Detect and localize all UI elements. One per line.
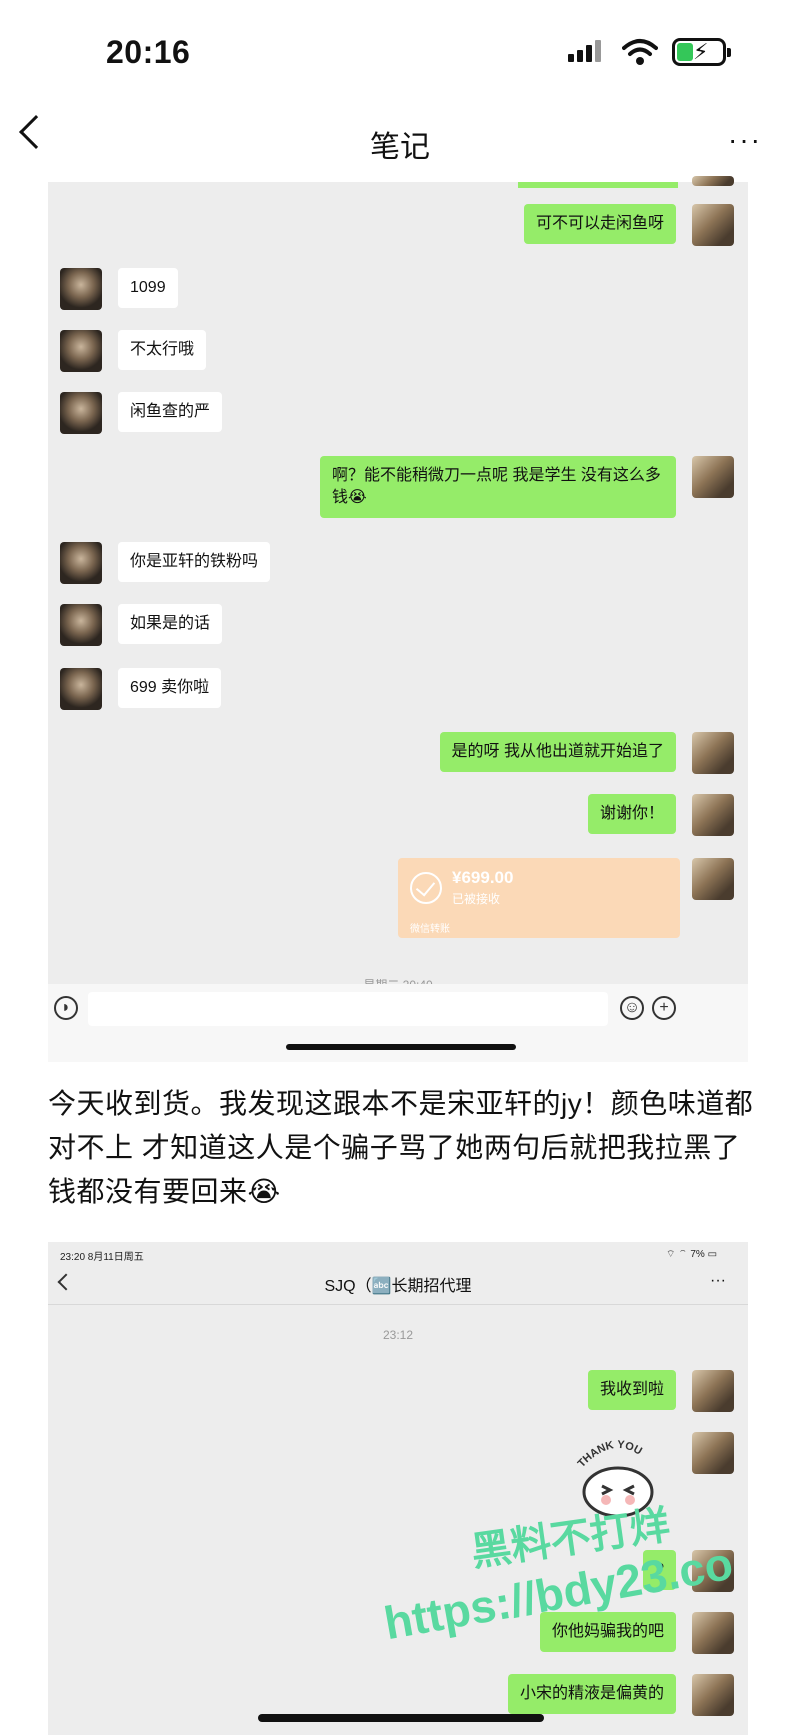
page-title: 笔记 xyxy=(370,131,430,164)
more-options-button[interactable]: ··· xyxy=(728,126,762,154)
battery-status: ⌔ ⌒ 7% ▭ xyxy=(666,1249,718,1260)
chat-message: 闲鱼查的严 xyxy=(118,392,223,432)
chat-message: 小宋的精液是偏黄的 xyxy=(507,1674,676,1714)
chat-message: 699 卖你啦 xyxy=(118,668,222,708)
avatar xyxy=(692,1612,734,1654)
battery-percent: 7% xyxy=(690,1249,705,1260)
chat-message: 啊？能不能稍微刀一点呢 我是学生 没有这么多钱😭 xyxy=(320,456,676,518)
avatar xyxy=(692,858,734,900)
cut-bubble xyxy=(518,182,678,188)
avatar xyxy=(60,330,102,372)
transfer-amount: ¥699.00 xyxy=(452,868,514,887)
transfer-status: 已被接收 xyxy=(452,892,501,906)
chat-message: 可不可以走闲鱼呀 xyxy=(523,204,676,244)
avatar xyxy=(692,732,734,774)
check-icon xyxy=(410,872,442,904)
post-text: 今天收到货。我发现这跟本不是宋亚轩的jy！颜色味道都对不上 才知道这人是个骗子骂… xyxy=(48,1088,754,1207)
avatar xyxy=(692,204,734,246)
wifi-icon xyxy=(622,39,658,65)
add-icon[interactable]: + xyxy=(652,996,676,1020)
signal-icon xyxy=(568,40,608,62)
sticker-text: THANK YOU xyxy=(576,1439,644,1470)
avatar xyxy=(692,1370,734,1412)
avatar xyxy=(692,176,734,186)
home-indicator xyxy=(286,1044,516,1050)
header-divider xyxy=(48,1304,748,1305)
avatar xyxy=(692,456,734,498)
chat-input-bar: ◗ ☺ + xyxy=(48,984,748,1062)
chat-screenshot-1: 可不可以走闲鱼呀 1099 不太行哦 闲鱼查的严 啊？能不能稍微刀一点呢 我是学… xyxy=(48,176,748,1062)
avatar xyxy=(692,794,734,836)
avatar xyxy=(60,542,102,584)
chat-message: 我收到啦 xyxy=(587,1370,676,1410)
chat-timestamp: 23:12 xyxy=(382,1328,414,1342)
transfer-card[interactable]: ¥699.00 已被接收 微信转账 xyxy=(398,858,680,938)
avatar xyxy=(60,604,102,646)
transfer-footer: 微信转账 xyxy=(410,924,450,935)
chat-screenshot-2: 23:20 8月11日周五 ⌔ ⌒ 7% ▭ SJQ（🔤长期招代理 ··· 23… xyxy=(48,1242,748,1735)
message-input[interactable] xyxy=(88,992,608,1026)
chat-message: 是的呀 我从他出道就开始追了 xyxy=(439,732,676,772)
status-time: 23:20 8月11日周五 xyxy=(60,1252,144,1263)
chat-timestamp: 星期二 20:40 xyxy=(48,974,748,984)
avatar xyxy=(692,1432,734,1474)
chat-message: 如果是的话 xyxy=(118,604,223,644)
emoji-icon[interactable]: ☺ xyxy=(620,996,644,1020)
home-indicator xyxy=(258,1714,544,1722)
battery-icon: ⚡ xyxy=(672,38,731,66)
chat-title: SJQ（🔤长期招代理 xyxy=(324,1278,472,1295)
chat-message: 不太行哦 xyxy=(118,330,207,370)
chat-message: 1099 xyxy=(118,268,178,308)
voice-icon[interactable]: ◗ xyxy=(54,996,78,1020)
avatar xyxy=(692,1674,734,1716)
avatar xyxy=(60,268,102,310)
more-options-button[interactable]: ··· xyxy=(710,1272,726,1290)
svg-text:THANK YOU: THANK YOU xyxy=(576,1439,644,1470)
avatar xyxy=(60,392,102,434)
avatar xyxy=(60,668,102,710)
chat-message: 谢谢你！ xyxy=(587,794,676,834)
chat-message: 你是亚轩的铁粉吗 xyxy=(118,542,271,582)
status-time: 20:16 xyxy=(106,34,191,70)
